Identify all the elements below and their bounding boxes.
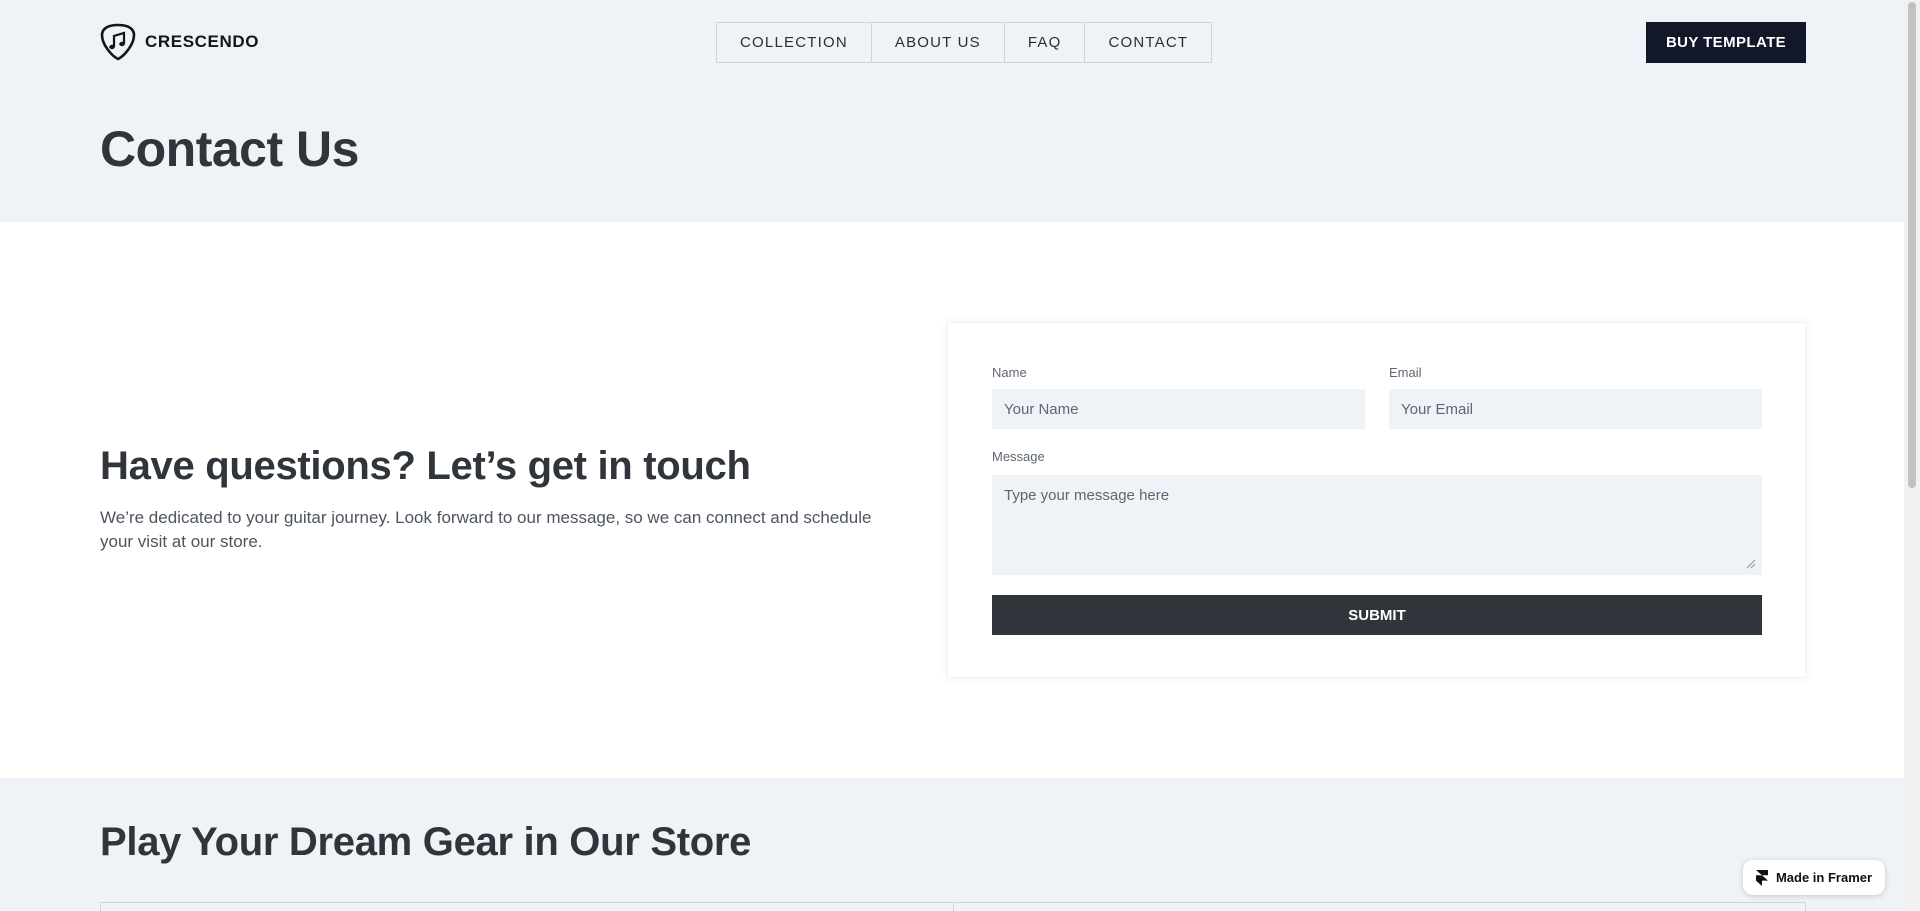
framer-badge-label: Made in Framer [1775,870,1873,885]
name-field[interactable] [992,389,1365,429]
intro-heading: Have questions? Let’s get in touch [100,444,751,488]
message-field[interactable] [992,475,1762,575]
page-title: Contact Us [100,121,359,177]
brand-logo[interactable]: CRESCENDO [100,22,259,62]
submit-button[interactable]: SUBMIT [992,595,1762,635]
intro-text: We’re dedicated to your guitar journey. … [100,508,872,551]
brand-name: CRESCENDO [145,32,260,51]
store-heading: Play Your Dream Gear in Our Store [100,820,752,864]
nav-item-contact[interactable]: CONTACT [1085,23,1211,62]
main-menu: COLLECTION ABOUT US FAQ CONTACT [716,22,1213,63]
email-field[interactable] [1389,389,1762,429]
guitar-pick-music-note-icon [100,23,136,61]
made-in-framer-badge[interactable]: Made in Framer [1743,860,1885,895]
message-label: Message [992,449,1045,464]
page-scrollbar[interactable] [1904,0,1920,911]
nav-item-collection[interactable]: COLLECTION [717,23,872,62]
framer-logo-icon [1755,869,1768,886]
nav-item-about-us[interactable]: ABOUT US [872,23,1005,62]
nav-item-faq[interactable]: FAQ [1005,23,1086,62]
contact-form: Name Email Message SUBMIT [947,322,1806,678]
email-label: Email [1389,365,1422,380]
name-label: Name [992,365,1027,380]
top-navigation: CRESCENDO COLLECTION ABOUT US FAQ CONTAC… [0,0,1904,84]
scrollbar-thumb[interactable] [1908,2,1916,488]
buy-template-button[interactable]: BUY TEMPLATE [1646,22,1806,63]
store-gallery-grid [100,902,1806,911]
store-grid-divider [953,903,954,911]
